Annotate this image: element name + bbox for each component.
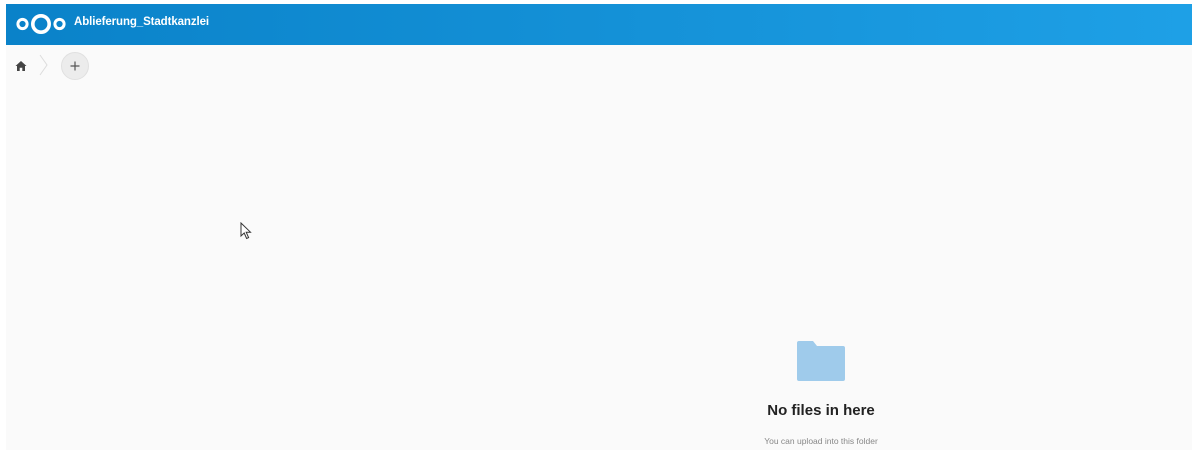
mouse-pointer-icon — [240, 221, 252, 240]
empty-content: No files in here You can upload into thi… — [721, 334, 921, 450]
empty-subtitle: You can upload into this folder — [764, 436, 878, 446]
nextcloud-logo-icon[interactable] — [16, 13, 66, 35]
plus-icon — [70, 61, 80, 71]
new-button[interactable] — [61, 52, 89, 80]
chevron-right-icon — [39, 54, 49, 76]
empty-title: No files in here — [767, 402, 875, 419]
share-title: Ablieferung_Stadtkanzlei — [74, 16, 209, 28]
header-bar: Ablieferung_Stadtkanzlei — [6, 4, 1192, 45]
folder-icon — [796, 340, 846, 382]
public-share-page: Ablieferung_Stadtkanzlei No files in her… — [6, 4, 1192, 450]
breadcrumb — [6, 45, 1192, 83]
home-icon[interactable] — [15, 59, 27, 71]
